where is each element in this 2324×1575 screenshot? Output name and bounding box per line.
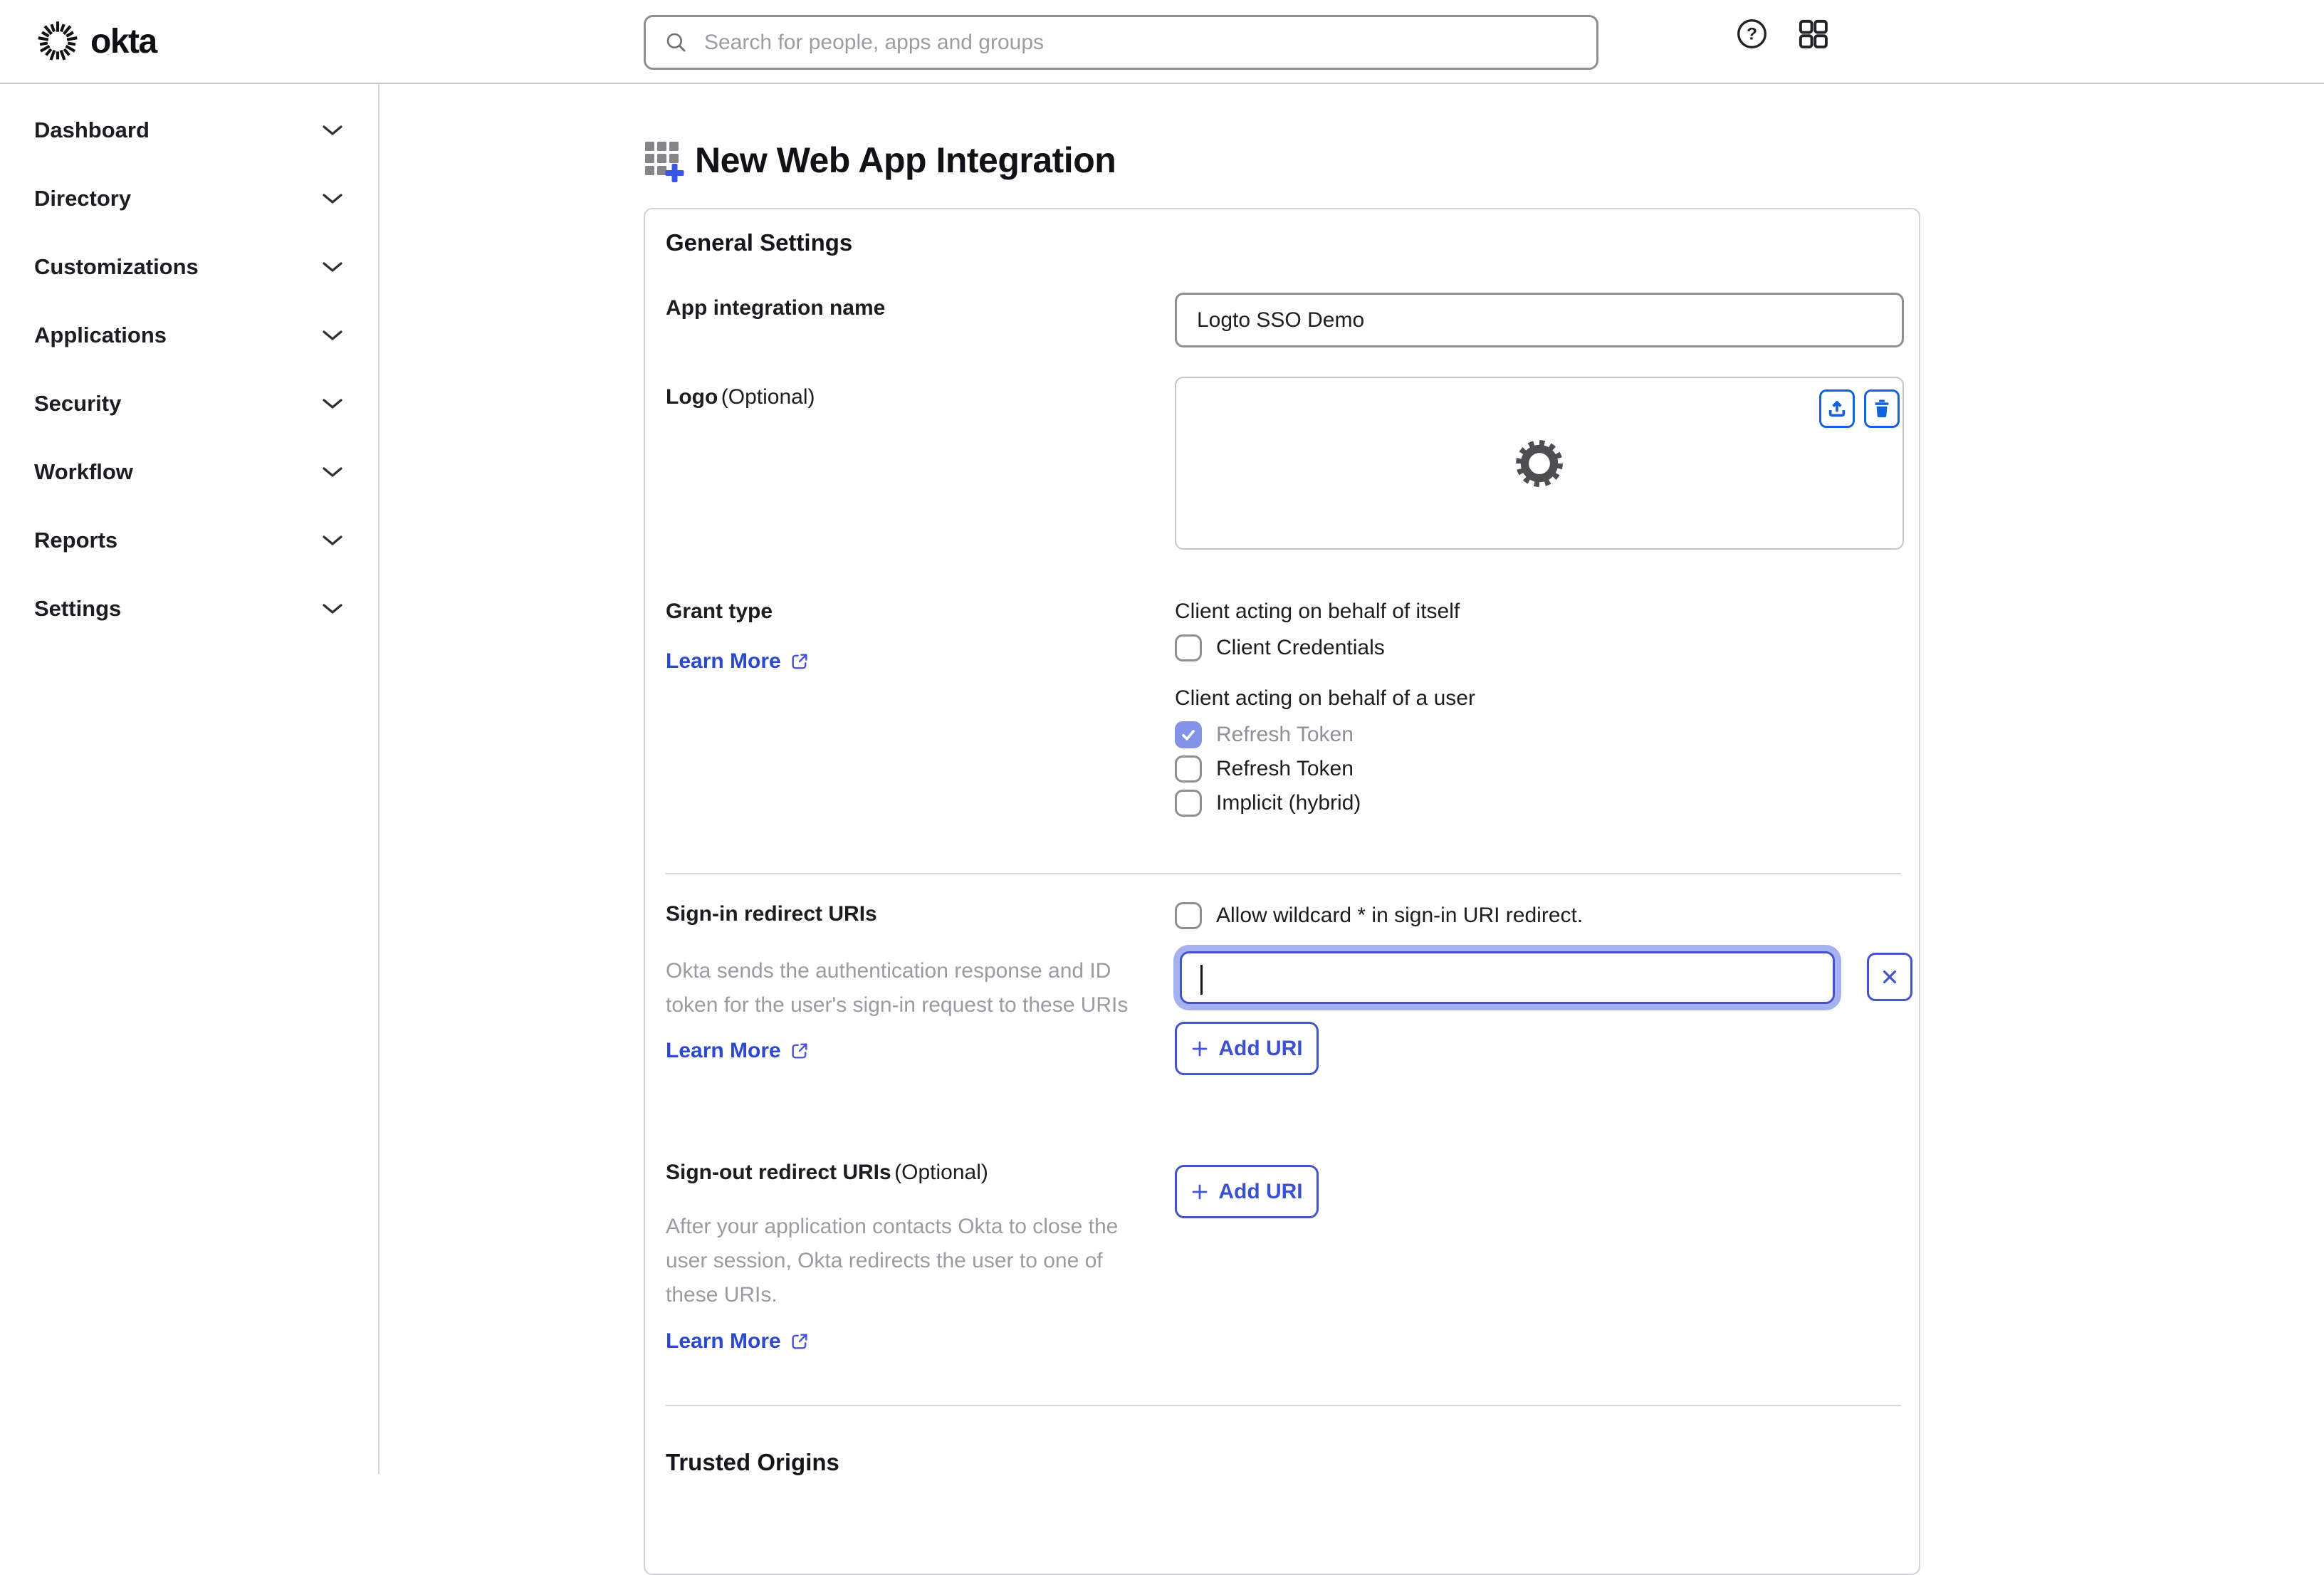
signin-uri-input[interactable] xyxy=(1180,951,1835,1004)
sidebar-item-reports[interactable]: Reports xyxy=(0,506,378,575)
app-name-input[interactable] xyxy=(1175,293,1904,347)
signin-learn-more-link[interactable]: Learn More xyxy=(666,1039,810,1063)
signout-learn-more-link[interactable]: Learn More xyxy=(666,1329,810,1354)
upload-icon xyxy=(1828,401,1846,417)
checkbox-client-credentials[interactable] xyxy=(1175,634,1202,661)
chevron-down-icon xyxy=(323,535,342,545)
checkmark-icon xyxy=(1182,730,1195,741)
external-link-icon xyxy=(792,654,807,669)
page-title-row: New Web App Integration xyxy=(644,140,1116,182)
checkbox-allow-wildcard[interactable] xyxy=(1175,902,1202,929)
sidebar-item-settings[interactable]: Settings xyxy=(0,575,378,643)
sidebar-item-label: Settings xyxy=(34,596,122,621)
checkbox-label: Refresh Token xyxy=(1216,757,1354,780)
signout-uris-description: After your application contacts Okta to … xyxy=(666,1215,1119,1307)
divider xyxy=(666,873,1901,874)
signin-uris-label: Sign-in redirect URIs xyxy=(666,902,877,926)
search-icon xyxy=(666,33,686,52)
page-title: New Web App Integration xyxy=(695,140,1116,180)
grant-option-row: Refresh Token xyxy=(1175,755,1354,783)
sidebar-item-customizations[interactable]: Customizations xyxy=(0,233,378,301)
signout-uris-label: Sign-out redirect URIs (Optional) xyxy=(666,1161,988,1184)
sidebar-item-dashboard[interactable]: Dashboard xyxy=(0,96,378,164)
sidebar-item-label: Security xyxy=(34,391,122,416)
chevron-down-icon xyxy=(323,604,342,614)
help-button[interactable]: ? xyxy=(1735,17,1769,51)
sidebar-item-workflow[interactable]: Workflow xyxy=(0,438,378,506)
sidebar-item-label: Dashboard xyxy=(34,117,150,142)
trash-icon xyxy=(1875,399,1889,418)
signin-uris-description: Okta sends the authentication response a… xyxy=(666,959,1129,1017)
plus-icon xyxy=(1192,1041,1208,1056)
checkbox-label: Implicit (hybrid) xyxy=(1216,791,1361,815)
checkbox-refresh-token[interactable] xyxy=(1175,755,1202,783)
checkbox-authorization-code[interactable] xyxy=(1175,721,1202,748)
gear-icon xyxy=(1516,439,1563,487)
text-cursor xyxy=(1200,965,1203,995)
checkbox-label: Client Credentials xyxy=(1216,636,1385,659)
new-app-icon xyxy=(645,142,684,182)
divider xyxy=(666,1405,1901,1406)
sidebar-item-label: Directory xyxy=(34,186,132,211)
sidebar-item-directory[interactable]: Directory xyxy=(0,164,378,233)
chevron-down-icon xyxy=(323,125,342,135)
brand-wordmark: okta xyxy=(90,22,157,61)
trusted-origins-heading: Trusted Origins xyxy=(666,1449,839,1475)
upload-logo-button[interactable] xyxy=(1819,389,1855,428)
plus-icon xyxy=(1192,1184,1208,1199)
section-heading: General Settings xyxy=(666,229,853,256)
okta-sunburst-icon xyxy=(38,21,78,61)
remove-uri-button[interactable] xyxy=(1867,953,1912,1001)
logo-label: Logo (Optional) xyxy=(666,385,815,409)
grant-option-row: Implicit (hybrid) xyxy=(1175,790,1361,817)
external-link-icon xyxy=(792,1334,807,1349)
sidebar-item-label: Applications xyxy=(34,323,167,347)
global-search xyxy=(644,15,1598,70)
okta-logo[interactable]: okta xyxy=(35,19,157,64)
logo-preview-box[interactable] xyxy=(1175,377,1904,550)
add-signout-uri-button[interactable]: Add URI xyxy=(1175,1165,1319,1218)
add-signin-uri-button[interactable]: Add URI xyxy=(1175,1022,1319,1075)
close-icon xyxy=(1883,970,1897,984)
top-bar: okta ? xyxy=(0,0,2324,84)
sidebar-item-security[interactable]: Security xyxy=(0,370,378,438)
chevron-down-icon xyxy=(323,262,342,272)
grant-type-label: Grant type xyxy=(666,600,773,623)
app-name-label: App integration name xyxy=(666,296,886,320)
sidebar: Dashboard Directory Customizations Appli… xyxy=(0,84,380,1474)
sidebar-item-label: Reports xyxy=(34,528,118,553)
apps-grid-button[interactable] xyxy=(1796,17,1830,51)
grant-group-user-heading: Client acting on behalf of a user xyxy=(1175,686,1475,710)
wildcard-row: Allow wildcard * in sign-in URI redirect… xyxy=(1175,902,1583,929)
checkbox-label: Allow wildcard * in sign-in URI redirect… xyxy=(1216,904,1584,927)
checkbox-implicit-hybrid[interactable] xyxy=(1175,790,1202,817)
checkbox-label: Refresh Token xyxy=(1216,723,1354,746)
delete-logo-button[interactable] xyxy=(1864,389,1900,428)
sidebar-item-label: Customizations xyxy=(34,254,199,279)
apps-grid-icon xyxy=(1799,19,1828,48)
external-link-icon xyxy=(792,1043,807,1059)
sidebar-item-label: Workflow xyxy=(34,459,133,484)
grant-group-self-heading: Client acting on behalf of itself xyxy=(1175,600,1460,623)
chevron-down-icon xyxy=(323,399,342,409)
chevron-down-icon xyxy=(323,467,342,477)
sidebar-item-applications[interactable]: Applications xyxy=(0,301,378,370)
grant-learn-more-link[interactable]: Learn More xyxy=(666,649,810,674)
plus-icon xyxy=(665,164,684,182)
help-icon: ? xyxy=(1737,19,1766,48)
general-settings-card: General Settings App integration name Lo… xyxy=(644,208,1920,1575)
grant-option-row: Refresh Token xyxy=(1175,721,1354,748)
chevron-down-icon xyxy=(323,330,342,340)
grant-option-row: Client Credentials xyxy=(1175,634,1385,661)
svg-text:?: ? xyxy=(1747,25,1757,44)
search-input[interactable] xyxy=(704,30,1578,55)
chevron-down-icon xyxy=(323,194,342,204)
